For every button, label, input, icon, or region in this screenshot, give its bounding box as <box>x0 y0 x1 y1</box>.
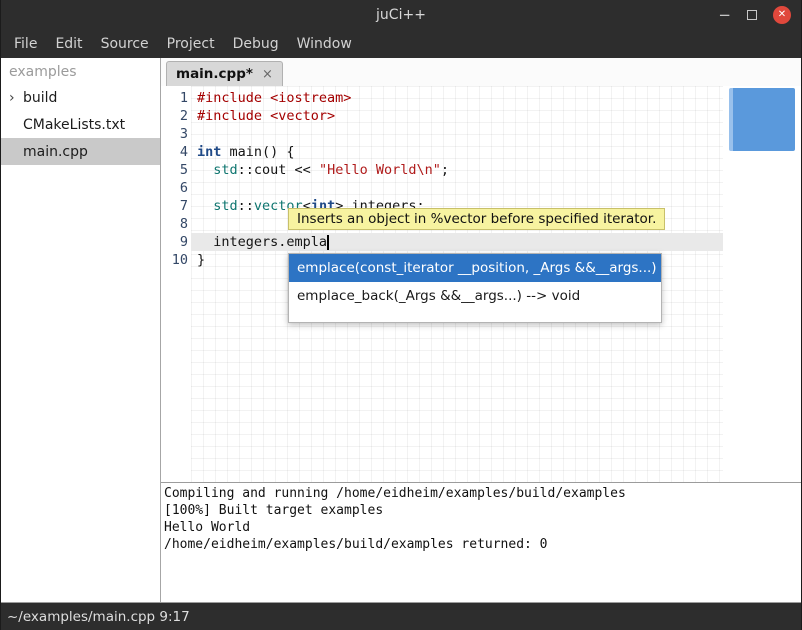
menu-item-source[interactable]: Source <box>92 30 158 58</box>
tab-main-cpp[interactable]: main.cpp* × <box>166 61 283 86</box>
editor-line[interactable]: 5 std::cout << "Hello World\n"; <box>161 161 801 179</box>
token-kw: int <box>197 144 221 160</box>
menu-item-window[interactable]: Window <box>288 30 361 58</box>
line-number: 3 <box>161 125 188 143</box>
tab-close-icon[interactable]: × <box>262 67 273 82</box>
token-ns: std <box>213 162 237 178</box>
token-p: main() { <box>221 144 294 160</box>
main-area: examples ›build CMakeLists.txt main.cpp ma… <box>1 58 801 602</box>
minimize-icon[interactable]: − <box>718 8 731 23</box>
code-editor[interactable]: 1 #include <iostream> 2 #include <vector> 34… <box>161 86 801 482</box>
editor-line[interactable]: 2 #include <vector> <box>161 107 801 125</box>
line-number: 10 <box>161 251 188 269</box>
terminal-output[interactable]: Compiling and running /home/eidheim/exam… <box>161 482 801 602</box>
terminal-line: Hello World <box>164 519 801 536</box>
token-p: integers.empla <box>197 234 327 250</box>
completion-popup: emplace(const_iterator __position, _Args… <box>288 253 662 323</box>
terminal-line: [100%] Built target examples <box>164 502 801 519</box>
menu-item-project[interactable]: Project <box>158 30 224 58</box>
token-p: ; <box>441 162 449 178</box>
line-number: 1 <box>161 89 188 107</box>
chevron-right-icon[interactable]: › <box>9 90 23 106</box>
editor-line[interactable]: 6 <box>161 179 801 197</box>
close-icon[interactable]: ✕ <box>773 6 791 24</box>
app-window: juCi++ − ✕ FileEditSourceProjectDebugWin… <box>0 0 802 630</box>
code-text <box>188 179 197 197</box>
token-ns: std <box>213 198 237 214</box>
line-number: 4 <box>161 143 188 161</box>
terminal-line: /home/eidheim/examples/build/examples re… <box>164 536 801 553</box>
terminal-line: Compiling and running /home/eidheim/exam… <box>164 485 801 502</box>
completion-item[interactable]: emplace_back(_Args &&__args...) --> void <box>289 282 661 310</box>
file-tree-header: examples <box>1 58 160 84</box>
editor-line[interactable]: 3 <box>161 125 801 143</box>
tab-label: main.cpp* <box>176 66 253 82</box>
code-text <box>188 125 197 143</box>
window-controls: − ✕ <box>718 0 791 30</box>
token-p: :: <box>238 198 254 214</box>
token-p <box>197 198 213 214</box>
code-text: integers.empla <box>188 233 329 251</box>
status-file-position: ~/examples/main.cpp 9:17 <box>7 609 190 625</box>
editor-lines: 1 #include <iostream> 2 #include <vector> 34… <box>161 89 801 269</box>
statusbar: ~/examples/main.cpp 9:17 <box>1 602 801 630</box>
sidebar-item-label: build <box>23 90 57 106</box>
menu-item-edit[interactable]: Edit <box>46 30 91 58</box>
code-text: int main() { <box>188 143 295 161</box>
line-number: 6 <box>161 179 188 197</box>
doc-tooltip: Inserts an object in %vector before spec… <box>288 208 665 230</box>
tabbar: main.cpp* × <box>161 58 801 86</box>
line-number: 7 <box>161 197 188 215</box>
token-pre: #include <iostream> <box>197 90 351 106</box>
titlebar: juCi++ − ✕ <box>1 0 801 30</box>
restore-icon[interactable] <box>747 10 757 20</box>
editor-line[interactable]: 4int main() { <box>161 143 801 161</box>
token-pre: #include <vector> <box>197 108 335 124</box>
line-number: 2 <box>161 107 188 125</box>
file-tree-panel: examples ›build CMakeLists.txt main.cpp <box>1 58 161 602</box>
menu-item-debug[interactable]: Debug <box>224 30 288 58</box>
token-p: } <box>197 252 205 268</box>
completion-item[interactable]: emplace(const_iterator __position, _Args… <box>289 254 661 282</box>
editor-line[interactable]: 1 #include <iostream> <box>161 89 801 107</box>
code-text: #include <vector> <box>188 107 335 125</box>
menubar: FileEditSourceProjectDebugWindow <box>1 30 801 58</box>
text-caret <box>327 235 329 250</box>
token-p <box>197 162 213 178</box>
sidebar-item-label: CMakeLists.txt <box>23 117 125 133</box>
window-title: juCi++ <box>1 0 801 30</box>
line-number: 9 <box>161 233 188 251</box>
token-p: ::cout << <box>238 162 319 178</box>
content-area: main.cpp* × 1 #include <iostream> 2 #includ… <box>161 58 801 602</box>
token-str: "Hello World\n" <box>319 162 441 178</box>
sidebar-item-build[interactable]: ›build <box>1 84 160 111</box>
sidebar-item-cmakelists-txt[interactable]: CMakeLists.txt <box>1 111 160 138</box>
editor-line[interactable]: 9 integers.empla <box>161 233 801 251</box>
line-number: 5 <box>161 161 188 179</box>
menu-item-file[interactable]: File <box>5 30 46 58</box>
line-number: 8 <box>161 215 188 233</box>
file-tree: ›build CMakeLists.txt main.cpp <box>1 84 160 165</box>
code-text <box>188 215 197 233</box>
code-text: std::cout << "Hello World\n"; <box>188 161 449 179</box>
sidebar-item-main-cpp[interactable]: main.cpp <box>1 138 160 165</box>
code-text: #include <iostream> <box>188 89 351 107</box>
code-text: } <box>188 251 205 269</box>
sidebar-item-label: main.cpp <box>23 144 88 160</box>
